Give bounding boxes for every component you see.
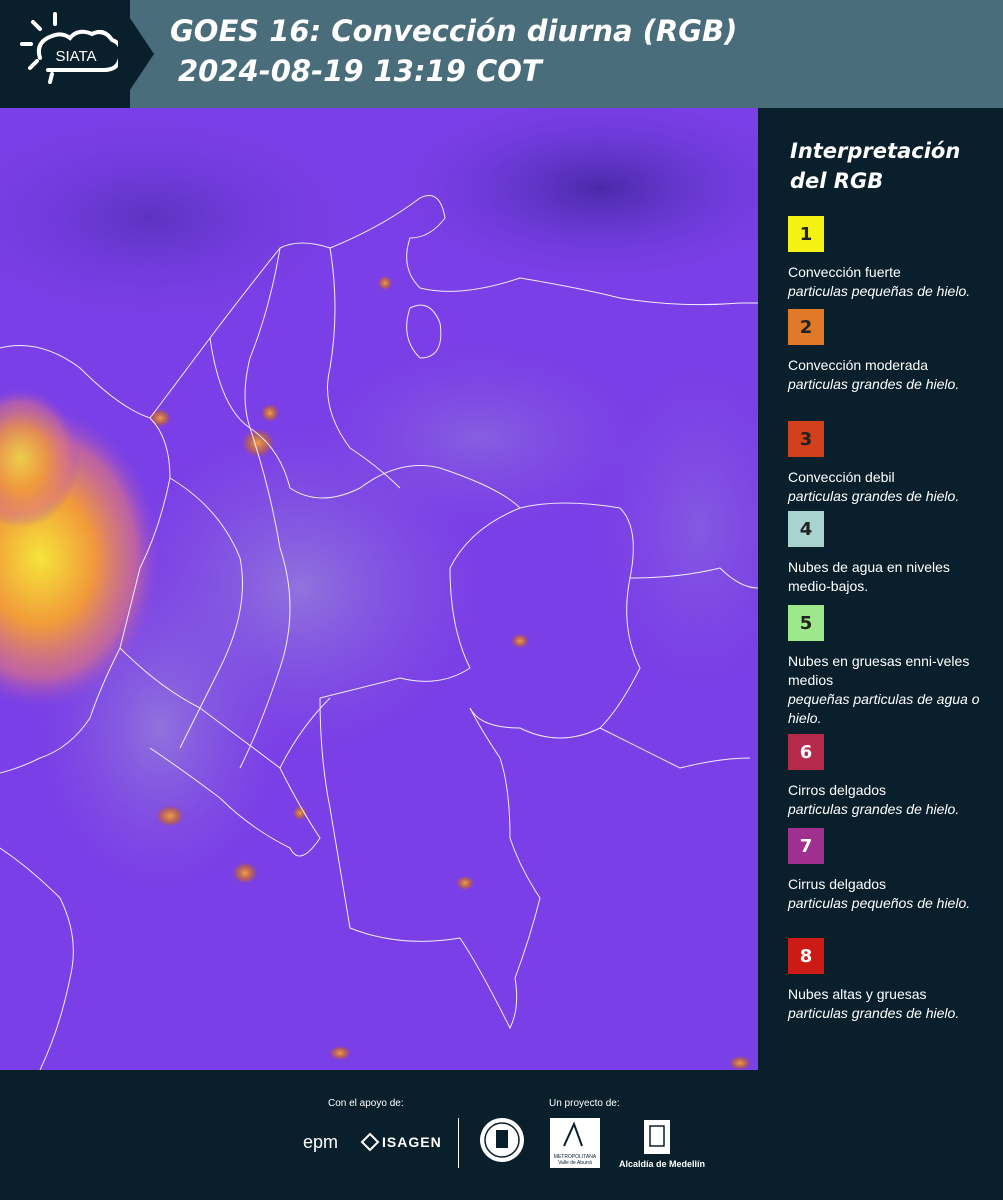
legend-sublabel: particulas pequeños de hielo. xyxy=(788,895,971,911)
legend-label: Cirrus delgados xyxy=(788,876,887,892)
logo-chevron xyxy=(118,0,154,108)
epm-logo: epm xyxy=(303,1132,339,1152)
legend-panel: Interpretación del RGB 1 Convección fuer… xyxy=(758,108,1003,1070)
university-seal xyxy=(478,1116,526,1168)
legend-label: Convección fuerte xyxy=(788,264,901,280)
page-title: GOES 16: Convección diurna (RGB) xyxy=(170,14,738,48)
legend-item-2: 2 Convección moderada particulas grandes… xyxy=(788,309,993,394)
legend-label: Cirros delgados xyxy=(788,782,887,798)
legend-label: Convección moderada xyxy=(788,357,929,373)
legend-title-line1: Interpretación xyxy=(790,139,961,163)
legend-title: Interpretación del RGB xyxy=(790,136,990,196)
legend-swatch: 6 xyxy=(788,734,824,770)
legend-sublabel: particulas pequeñas de hielo. xyxy=(788,283,971,299)
legend-swatch: 2 xyxy=(788,309,824,345)
metropolitana-logo: METROPOLITANA Valle de Aburrá xyxy=(550,1118,600,1168)
legend-swatch: 8 xyxy=(788,938,824,974)
legend-item-5: 5 Nubes en gruesas enni-veles medios peq… xyxy=(788,605,993,728)
alcaldia-text: Alcaldía de Medellín xyxy=(618,1159,706,1169)
legend-item-4: 4 Nubes de agua en niveles medio-bajos. xyxy=(788,511,993,596)
legend-sublabel: pequeñas particulas de agua o hielo. xyxy=(788,691,980,726)
legend-label: Nubes altas y gruesas xyxy=(788,986,927,1002)
project-label: Un proyecto de: xyxy=(549,1098,620,1109)
footer-divider xyxy=(458,1118,459,1168)
legend-sublabel: particulas grandes de hielo. xyxy=(788,488,960,504)
seal-icon xyxy=(480,1118,524,1162)
legend-sublabel: particulas grandes de hielo. xyxy=(788,376,960,392)
support-label: Con el apoyo de: xyxy=(328,1098,404,1109)
legend-label: Nubes de agua en niveles medio-bajos. xyxy=(788,559,950,594)
legend-title-line2: del RGB xyxy=(790,169,884,193)
isagen-logo: ISAGEN xyxy=(360,1132,442,1152)
alcaldia-shield-icon xyxy=(644,1120,670,1154)
legend-swatch: 4 xyxy=(788,511,824,547)
legend-label: Nubes en gruesas enni-veles medios xyxy=(788,653,970,688)
legend-item-8: 8 Nubes altas y gruesas particulas grand… xyxy=(788,938,993,1023)
legend-swatch: 7 xyxy=(788,828,824,864)
footer: Con el apoyo de: Un proyecto de: epm ISA… xyxy=(0,1070,1003,1200)
legend-item-1: 1 Convección fuerte particulas pequeñas … xyxy=(788,216,993,301)
legend-item-7: 7 Cirrus delgados particulas pequeños de… xyxy=(788,828,993,913)
header-bar: SIATA GOES 16: Convección diurna (RGB) 2… xyxy=(0,0,1003,108)
logo-text: SIATA xyxy=(55,48,96,65)
legend-swatch: 1 xyxy=(788,216,824,252)
area-icon xyxy=(563,1121,583,1147)
sun-cloud-icon: SIATA xyxy=(20,12,123,84)
satellite-image xyxy=(0,108,758,1070)
legend-swatch: 3 xyxy=(788,421,824,457)
legend-item-6: 6 Cirros delgados particulas grandes de … xyxy=(788,734,993,819)
legend-item-3: 3 Convección debil particulas grandes de… xyxy=(788,421,993,506)
legend-swatch: 5 xyxy=(788,605,824,641)
alcaldia-logo: Alcaldía de Medellín xyxy=(619,1118,705,1169)
legend-label: Convección debil xyxy=(788,469,895,485)
isagen-text: ISAGEN xyxy=(382,1134,442,1150)
legend-sublabel: particulas grandes de hielo. xyxy=(788,801,960,817)
metro-sub: Valle de Aburrá xyxy=(558,1160,592,1166)
siata-logo: SIATA xyxy=(0,0,130,108)
satellite-map xyxy=(0,108,758,1070)
page-timestamp: 2024-08-19 13:19 COT xyxy=(178,54,542,88)
isagen-icon xyxy=(360,1132,380,1152)
legend-sublabel: particulas grandes de hielo. xyxy=(788,1005,960,1021)
